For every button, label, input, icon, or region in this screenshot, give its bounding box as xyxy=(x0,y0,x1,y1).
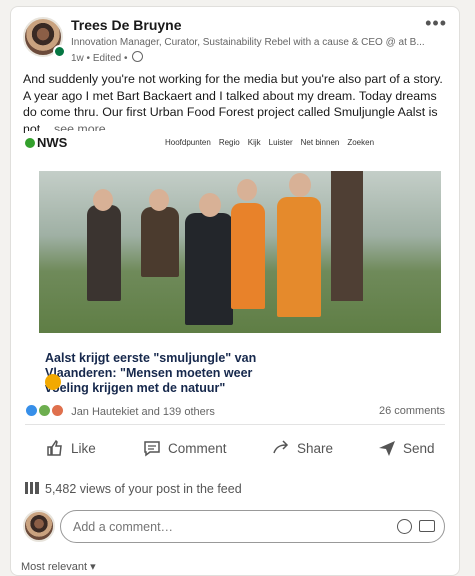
comment-button[interactable]: Comment xyxy=(142,439,227,457)
sort-dropdown[interactable]: Most relevant ▾ xyxy=(21,560,96,573)
post-meta: 1w • Edited • xyxy=(71,51,144,64)
nav-kijk: Kijk xyxy=(247,138,261,147)
emoji-icon[interactable] xyxy=(397,519,412,534)
post-meta-text: 1w • Edited • xyxy=(71,53,128,64)
news-nav: Hoofdpunten Regio Kijk Luister Net binne… xyxy=(165,138,374,147)
celebrate-reaction-icon xyxy=(38,404,52,417)
person-1-head xyxy=(93,189,113,211)
share-arrow-icon xyxy=(273,440,289,454)
comments-count[interactable]: 26 comments xyxy=(379,405,445,417)
post-views[interactable]: 5,482 views of your post in the feed xyxy=(25,482,242,496)
post-body: And suddenly you're not working for the … xyxy=(23,71,451,137)
commenter-avatar[interactable] xyxy=(23,510,55,542)
divider xyxy=(25,424,445,425)
send-button[interactable]: Send xyxy=(377,439,435,457)
author-name[interactable]: Trees De Bruyne xyxy=(71,17,182,33)
reactions-text: Jan Hautekiet and 139 others xyxy=(71,406,215,418)
comment-label: Comment xyxy=(168,440,227,456)
person-4 xyxy=(231,203,265,309)
news-header: NWS Hoofdpunten Regio Kijk Luister Net b… xyxy=(25,131,441,153)
image-icon[interactable] xyxy=(419,520,435,532)
like-label: Like xyxy=(71,440,96,456)
analytics-bars-icon xyxy=(25,482,39,494)
person-5 xyxy=(277,197,321,317)
reactions-summary[interactable]: Jan Hautekiet and 139 others xyxy=(25,404,215,418)
tree-trunk xyxy=(331,171,363,301)
share-label: Share xyxy=(297,440,334,456)
article-title[interactable]: Aalst krijgt eerste "smuljungle" van Vla… xyxy=(45,351,285,396)
person-1 xyxy=(87,205,121,301)
like-button[interactable]: Like xyxy=(45,439,96,457)
person-3 xyxy=(185,213,233,325)
author-headline: Innovation Manager, Curator, Sustainabil… xyxy=(71,37,425,48)
person-4-head xyxy=(237,179,257,201)
nav-luister: Luister xyxy=(268,138,293,147)
share-button[interactable]: Share xyxy=(271,439,333,457)
nav-hoofdpunten: Hoofdpunten xyxy=(165,138,211,147)
comment-box[interactable] xyxy=(60,510,445,543)
article-preview[interactable]: NWS Hoofdpunten Regio Kijk Luister Net b… xyxy=(25,131,441,399)
send-label: Send xyxy=(403,440,435,456)
like-reaction-icon xyxy=(25,404,38,417)
online-status-dot xyxy=(53,45,66,58)
nws-logo: NWS xyxy=(25,135,67,150)
article-photo xyxy=(39,171,441,333)
views-text: 5,482 views of your post in the feed xyxy=(45,482,242,496)
love-reaction-icon xyxy=(51,404,65,417)
comment-input[interactable] xyxy=(71,519,375,535)
nav-zoeken: Zoeken xyxy=(347,138,375,147)
send-icon xyxy=(379,441,395,456)
person-2 xyxy=(141,207,179,277)
person-2-head xyxy=(149,189,169,211)
comment-icon xyxy=(144,441,160,457)
more-options-icon[interactable]: ••• xyxy=(425,13,447,34)
nav-net-binnen: Net binnen xyxy=(300,138,340,147)
globe-icon xyxy=(132,51,144,62)
post-card: Trees De Bruyne Innovation Manager, Cura… xyxy=(10,6,460,576)
thumbs-up-icon xyxy=(47,439,62,456)
person-5-head xyxy=(289,173,311,197)
person-3-head xyxy=(199,193,221,217)
brand-icon xyxy=(45,374,61,390)
nav-regio: Regio xyxy=(218,138,240,147)
